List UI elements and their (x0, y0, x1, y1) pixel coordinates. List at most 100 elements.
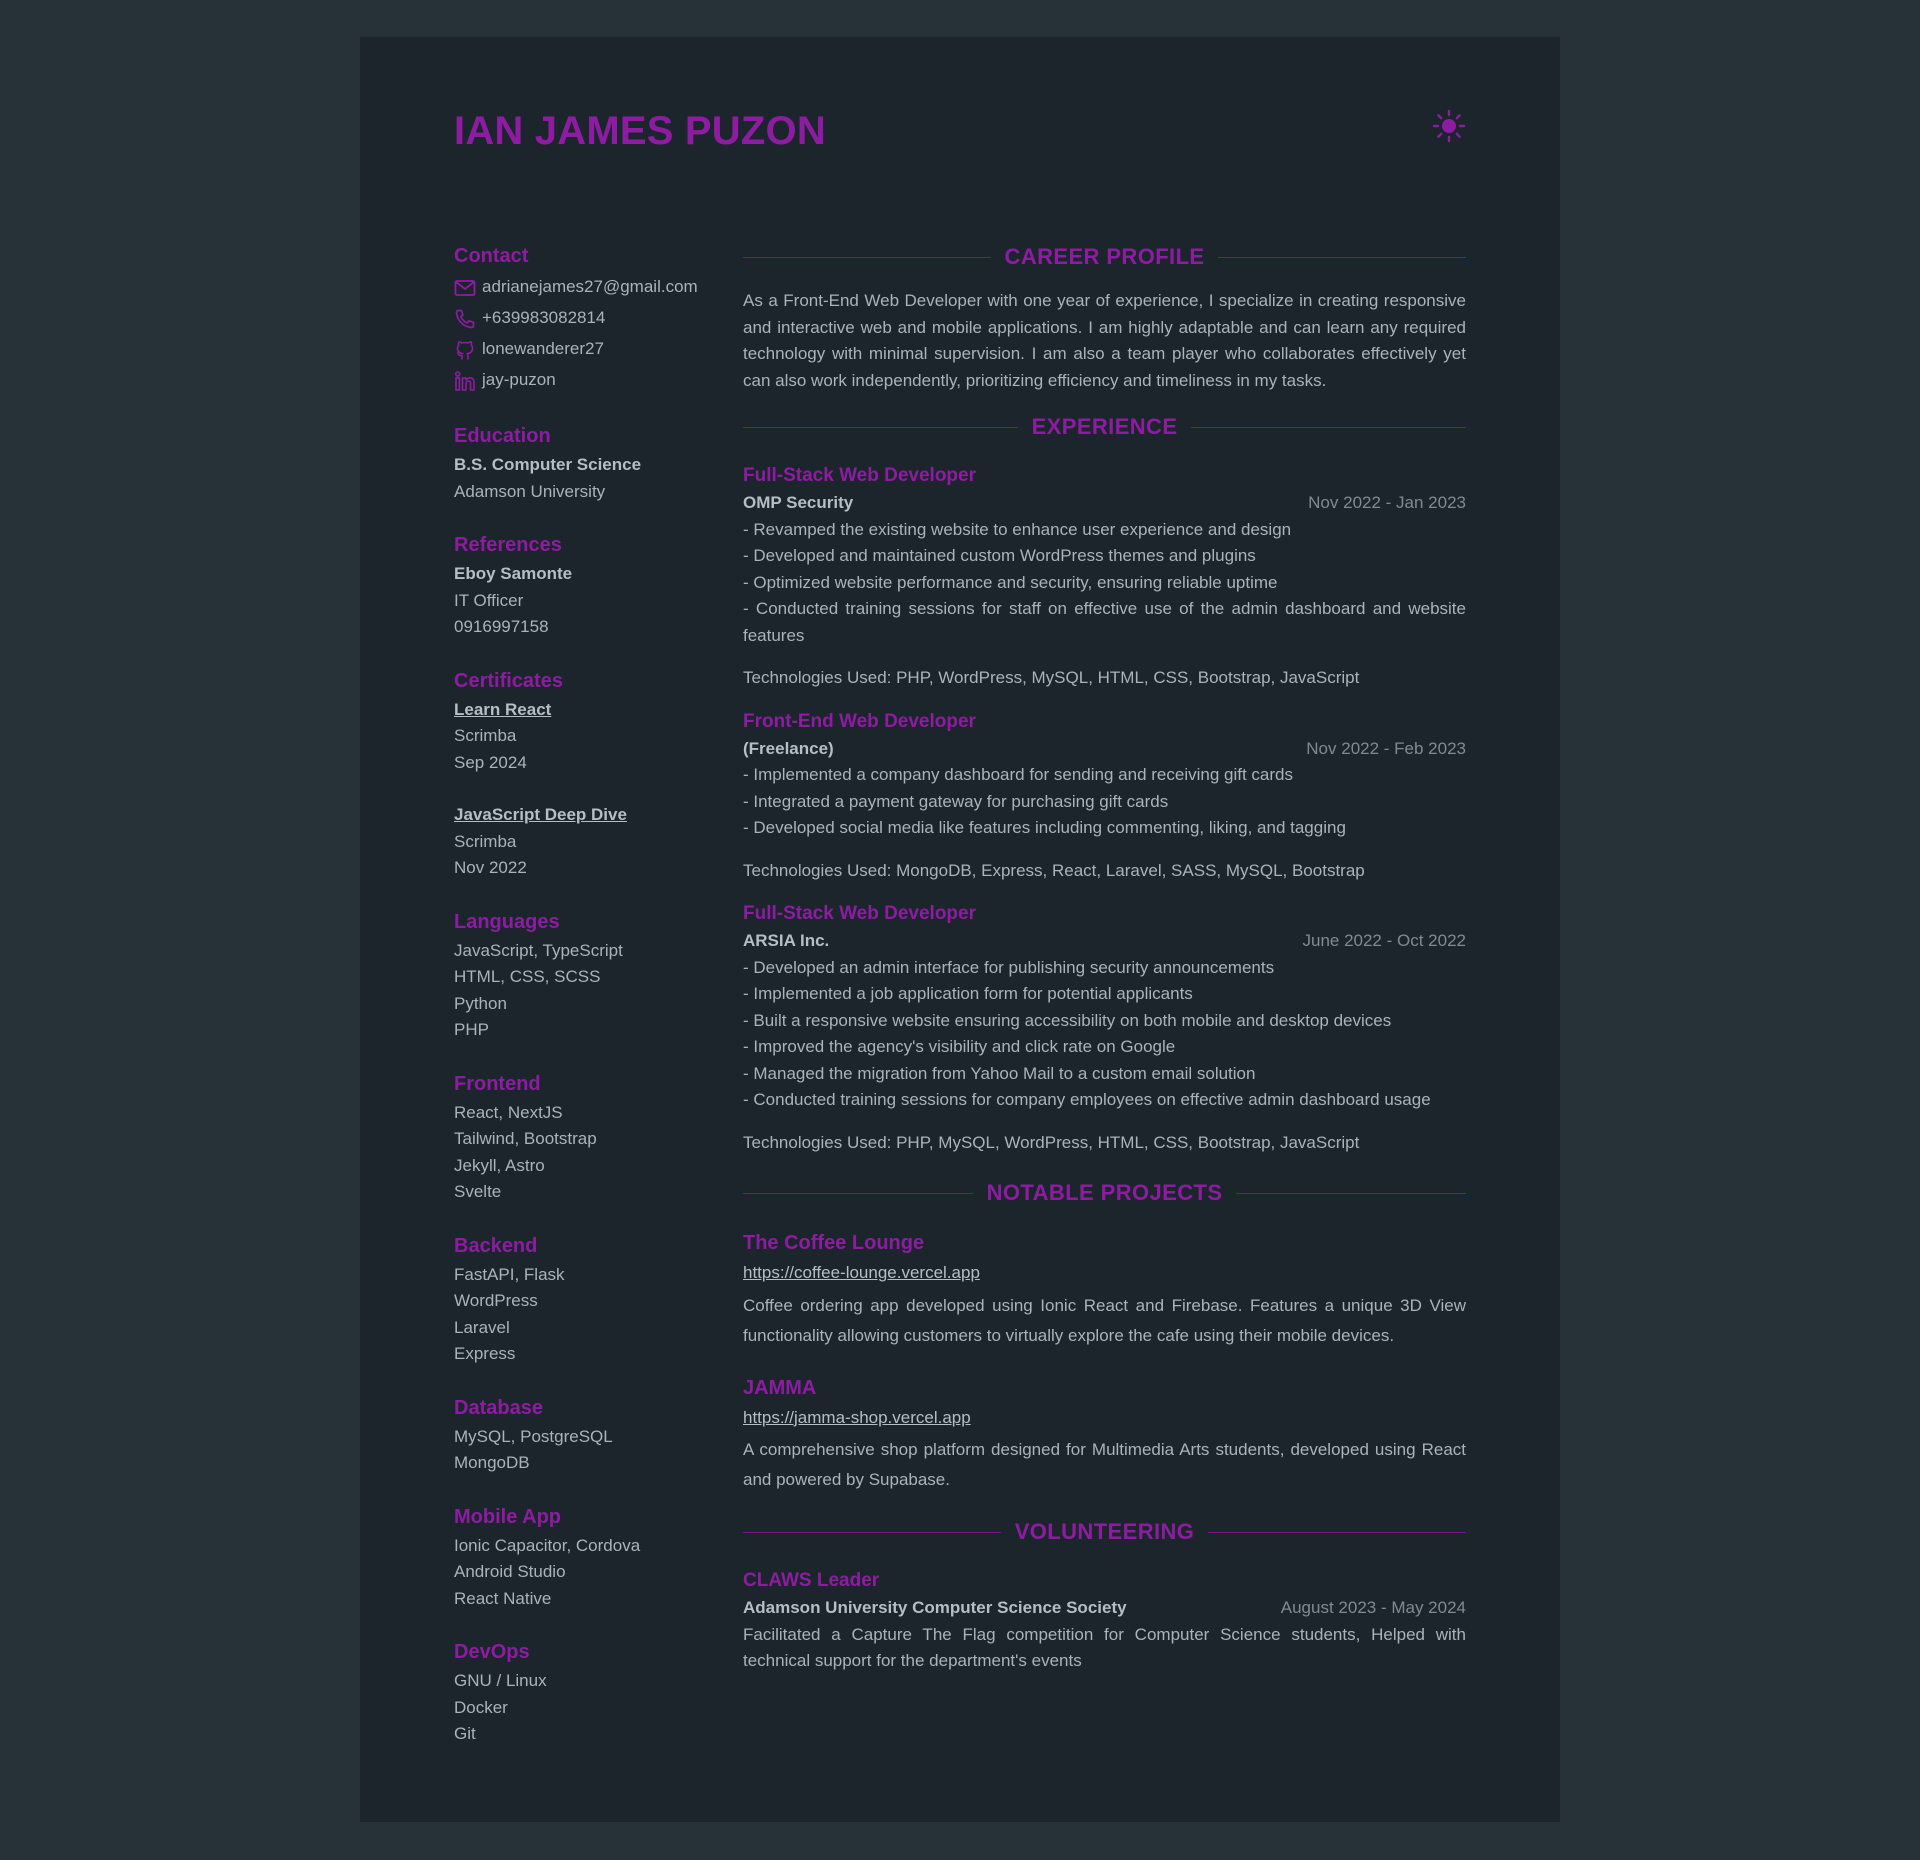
contact-section: Contact adrianejames27@gmail.com +639983… (454, 242, 714, 396)
project-title: The Coffee Lounge (743, 1232, 925, 1254)
certificate-link[interactable]: Learn React (454, 697, 714, 724)
job-entry: Front-End Web Developer (Freelance) Nov … (743, 708, 1466, 885)
job-bullet: - Developed an admin interface for publi… (743, 957, 1275, 977)
school: Adamson University (454, 481, 606, 501)
project-link[interactable]: https://coffee-lounge.vercel.app (743, 1260, 980, 1287)
contact-linkedin[interactable]: jay-puzon (454, 365, 714, 396)
job-bullet: - Improved the agency's visibility and c… (743, 1037, 1176, 1056)
project-title: JAMMA (743, 1376, 817, 1399)
section-title: Contact (454, 245, 529, 267)
skill-item: GNU / Linux (454, 1671, 547, 1690)
main-content: CAREER PROFILE As a Front-End Web Develo… (743, 242, 1466, 1693)
job-bullets: - Implemented a company dashboard for se… (743, 762, 1466, 842)
job-bullet: - Managed the migration from Yahoo Mail … (743, 1063, 1256, 1083)
skill-item: React, NextJS (454, 1102, 563, 1122)
job-meta: ARSIA Inc. June 2022 - Oct 2022 (743, 928, 1466, 955)
career-profile-text: As a Front-End Web Developer with one ye… (743, 291, 1466, 390)
section-title: Backend (454, 1234, 538, 1257)
sidebar: Contact adrianejames27@gmail.com +639983… (454, 242, 714, 1774)
section-title: References (454, 534, 562, 556)
skill-item: Tailwind, Bootstrap (454, 1129, 597, 1148)
skill-item: HTML, CSS, SCSS (454, 967, 601, 986)
experience-heading: EXPERIENCE (743, 412, 1466, 442)
project-entry: JAMMA https://jamma-shop.vercel.app A co… (743, 1373, 1466, 1496)
volunteering-heading: VOLUNTEERING (743, 1517, 1466, 1547)
job-tech: Technologies Used: PHP, WordPress, MySQL… (743, 668, 1360, 687)
volunteer-meta: Adamson University Computer Science Soci… (743, 1595, 1466, 1622)
job-date: Nov 2022 - Feb 2023 (1306, 738, 1466, 758)
resume-page: IAN JAMES PUZON Contact adrianejames27@g… (360, 37, 1560, 1822)
linkedin-text: jay-puzon (482, 370, 556, 390)
education-section: Education B.S. Computer Science Adamson … (454, 422, 714, 505)
skill-item: Jekyll, Astro (454, 1155, 545, 1175)
volunteer-date: August 2023 - May 2024 (1280, 1598, 1466, 1617)
job-bullets: - Developed an admin interface for publi… (743, 955, 1466, 1114)
skills-database: Database MySQL, PostgreSQL MongoDB (454, 1394, 714, 1477)
section-title: Mobile App (454, 1505, 562, 1528)
job-bullet: - Conducted training sessions for staff … (743, 599, 1466, 645)
job-bullet: - Revamped the existing website to enhan… (743, 519, 1292, 539)
skill-item: Python (454, 993, 507, 1013)
resume-name: IAN JAMES PUZON (454, 109, 826, 153)
certificate-issuer: Scrimba (454, 831, 517, 851)
skill-item: Svelte (454, 1182, 502, 1201)
contact-email[interactable]: adrianejames27@gmail.com (454, 272, 714, 303)
phone-icon (455, 309, 475, 328)
section-title: Languages (454, 910, 560, 933)
theme-toggle-button[interactable] (1432, 109, 1466, 143)
skill-item: FastAPI, Flask (454, 1264, 565, 1284)
job-bullet: - Built a responsive website ensuring ac… (743, 1010, 1392, 1030)
job-title: Front-End Web Developer (743, 710, 976, 732)
job-bullet: - Developed and maintained custom WordPr… (743, 546, 1256, 565)
skill-item: Android Studio (454, 1562, 566, 1581)
volunteer-role: CLAWS Leader (743, 1570, 880, 1591)
volunteering-entry: CLAWS Leader Adamson University Computer… (743, 1567, 1466, 1675)
job-meta: OMP Security Nov 2022 - Jan 2023 (743, 490, 1466, 517)
github-text: lonewanderer27 (482, 339, 604, 359)
project-description: A comprehensive shop platform designed f… (743, 1440, 1466, 1489)
certificate-date: Sep 2024 (454, 752, 527, 772)
job-meta: (Freelance) Nov 2022 - Feb 2023 (743, 736, 1466, 763)
skill-item: MySQL, PostgreSQL (454, 1426, 613, 1446)
degree: B.S. Computer Science (454, 455, 642, 474)
project-entry: The Coffee Lounge https://coffee-lounge.… (743, 1228, 1466, 1351)
certificate-item: JavaScript Deep Dive Scrimba Nov 2022 (454, 802, 714, 882)
skill-item: WordPress (454, 1291, 538, 1310)
phone-text: +639983082814 (482, 308, 606, 328)
skills-mobile: Mobile App Ionic Capacitor, Cordova Andr… (454, 1503, 714, 1613)
job-date: Nov 2022 - Jan 2023 (1308, 493, 1466, 512)
skills-devops: DevOps GNU / Linux Docker Git (454, 1638, 714, 1748)
section-title: Frontend (454, 1072, 541, 1095)
project-description: Coffee ordering app developed using Ioni… (743, 1295, 1466, 1345)
certificate-link[interactable]: JavaScript Deep Dive (454, 802, 714, 829)
project-link[interactable]: https://jamma-shop.vercel.app (743, 1405, 971, 1432)
job-tech: Technologies Used: MongoDB, Express, Rea… (743, 860, 1365, 880)
skills-languages: Languages JavaScript, TypeScript HTML, C… (454, 908, 714, 1044)
job-bullet: - Developed social media like features i… (743, 818, 1346, 837)
job-title: Full-Stack Web Developer (743, 465, 976, 486)
reference-name: Eboy Samonte (454, 564, 573, 583)
reference-phone: 0916997158 (454, 617, 549, 636)
section-title: Certificates (454, 669, 563, 692)
skills-frontend: Frontend React, NextJS Tailwind, Bootstr… (454, 1070, 714, 1206)
linkedin-icon (454, 370, 475, 391)
projects-heading: NOTABLE PROJECTS (743, 1178, 1466, 1208)
job-bullet: - Conducted training sessions for compan… (743, 1090, 1431, 1109)
certificate-issuer: Scrimba (454, 726, 517, 745)
job-tech: Technologies Used: PHP, MySQL, WordPress… (743, 1132, 1360, 1152)
contact-phone[interactable]: +639983082814 (454, 303, 714, 334)
section-title: DevOps (454, 1641, 530, 1663)
job-bullets: - Revamped the existing website to enhan… (743, 517, 1466, 650)
skill-item: Ionic Capacitor, Cordova (454, 1535, 641, 1555)
mail-icon (454, 279, 476, 296)
job-entry: Full-Stack Web Developer OMP Security No… (743, 462, 1466, 692)
job-bullet: - Implemented a job application form for… (743, 984, 1193, 1003)
contact-github[interactable]: lonewanderer27 (454, 334, 714, 365)
section-title: Education (454, 425, 551, 447)
job-company: (Freelance) (743, 738, 834, 758)
career-profile-heading: CAREER PROFILE (743, 242, 1466, 272)
job-date: June 2022 - Oct 2022 (1302, 931, 1466, 950)
job-title: Full-Stack Web Developer (743, 903, 976, 924)
skill-item: Docker (454, 1697, 508, 1717)
skill-item: MongoDB (454, 1453, 530, 1472)
